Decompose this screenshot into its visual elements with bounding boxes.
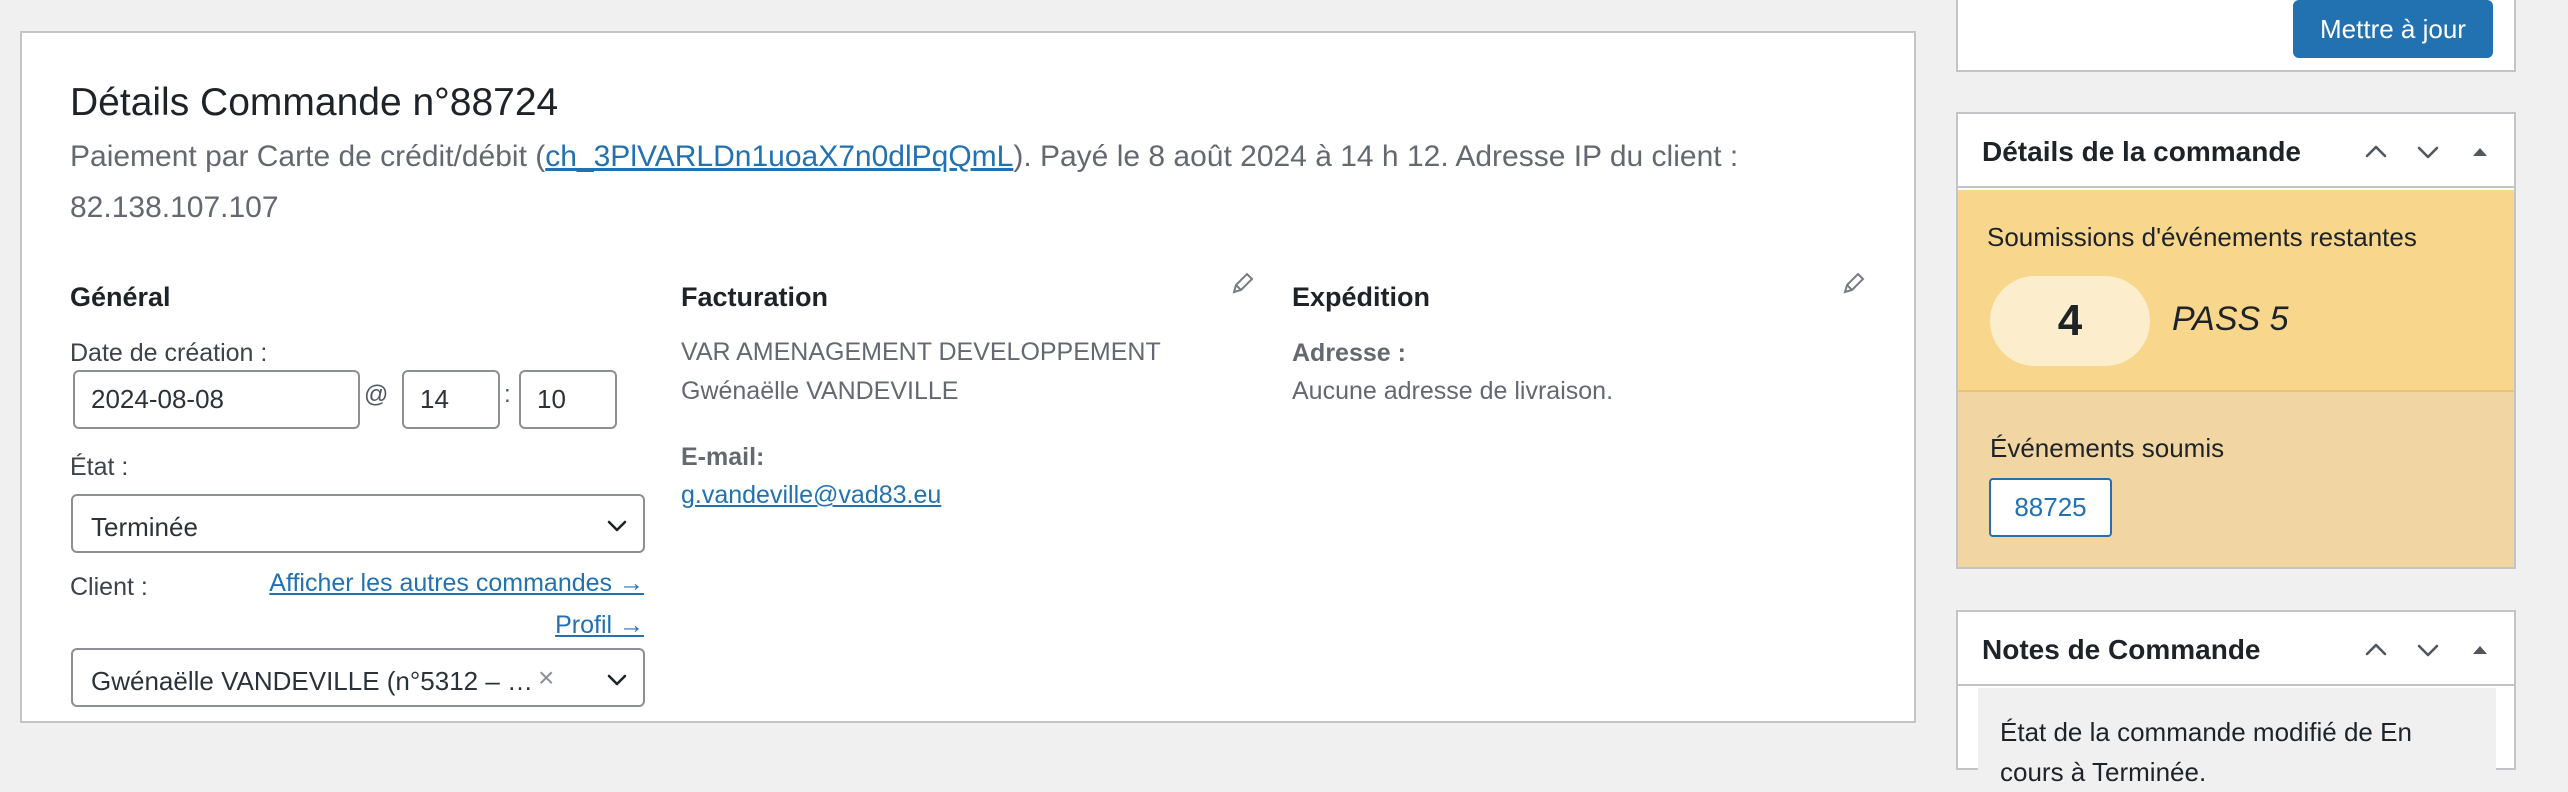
update-button[interactable]: Mettre à jour [2293, 0, 2493, 58]
triangle-up-icon[interactable] [2466, 138, 2494, 166]
remaining-submissions-label: Soumissions d'événements restantes [1987, 222, 2417, 252]
chevron-down-icon[interactable] [2414, 636, 2442, 664]
billing-name: Gwénaëlle VANDEVILLE [681, 377, 959, 405]
charge-id-link[interactable]: ch_3PlVARLDn1uoaX7n0dlPqQmL [545, 140, 1013, 173]
submitted-event-chip[interactable]: 88725 [1989, 478, 2112, 537]
client-label: Client : [70, 573, 148, 601]
order-details-header: Détails de la commande [1958, 114, 2514, 188]
chevron-up-icon[interactable] [2362, 636, 2390, 664]
minute-input[interactable] [519, 370, 617, 429]
chevron-down-icon[interactable] [2414, 138, 2442, 166]
billing-email-link[interactable]: g.vandeville@vad83.eu [681, 481, 941, 510]
triangle-up-icon[interactable] [2466, 636, 2494, 664]
pass-label: PASS 5 [2172, 300, 2289, 338]
payment-prefix: Paiement par Carte de crédit/débit ( [70, 140, 546, 173]
client-select[interactable]: Gwénaëlle VANDEVILLE (n°5312 – … × [71, 648, 645, 707]
other-orders-link[interactable]: Afficher les autres commandes → [269, 569, 644, 598]
clear-icon[interactable]: × [538, 662, 554, 694]
shipping-address-label: Adresse : [1292, 339, 1406, 367]
creation-date-label: Date de création : [70, 339, 268, 367]
order-details-panel: Détails Commande n°88724 Paiement par Ca… [20, 31, 1916, 723]
order-details-title: Détails de la commande [1982, 136, 2302, 167]
status-label: État : [70, 453, 129, 481]
payment-info: Paiement par Carte de crédit/débit (ch_3… [70, 131, 1750, 233]
billing-email-label: E-mail: [681, 443, 765, 471]
time-separator: : [504, 381, 511, 408]
creation-date-input[interactable] [73, 370, 360, 429]
submitted-events-label: Événements soumis [1990, 433, 2225, 463]
hour-input[interactable] [402, 370, 500, 429]
order-notes-header: Notes de Commande [1958, 612, 2514, 686]
order-note: État de la commande modifié de En cours … [1978, 688, 2496, 787]
page-title: Détails Commande n°88724 [70, 81, 559, 124]
status-value: Terminée [91, 512, 198, 542]
profile-link[interactable]: Profil → [555, 611, 644, 640]
remaining-count-badge: 4 [1990, 276, 2150, 366]
shipping-address-value: Aucune adresse de livraison. [1292, 377, 1614, 405]
chevron-down-icon [607, 520, 627, 532]
client-value: Gwénaëlle VANDEVILLE (n°5312 – … [91, 666, 534, 696]
chevron-up-icon[interactable] [2362, 138, 2390, 166]
pencil-icon[interactable] [1230, 270, 1256, 296]
general-title: Général [70, 282, 171, 312]
chevron-down-icon [607, 674, 627, 686]
shipping-title: Expédition [1292, 282, 1431, 312]
at-separator: @ [364, 381, 389, 408]
order-notes-title: Notes de Commande [1982, 634, 2261, 665]
pencil-icon[interactable] [1841, 270, 1867, 296]
billing-title: Facturation [681, 282, 829, 312]
billing-company: VAR AMENAGEMENT DEVELOPPEMENT [681, 338, 1161, 366]
status-select[interactable]: Terminée [71, 494, 645, 553]
